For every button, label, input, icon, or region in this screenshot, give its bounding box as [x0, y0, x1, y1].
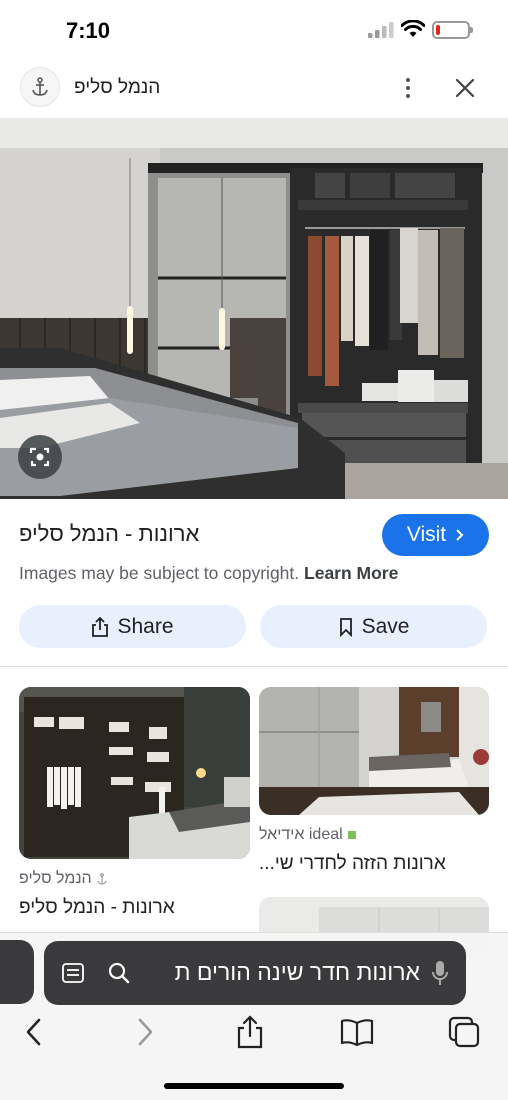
share-button[interactable]: Share: [19, 605, 246, 648]
save-button[interactable]: Save: [260, 605, 487, 648]
chevron-right-icon: [456, 529, 464, 541]
anchor-icon[interactable]: [20, 67, 60, 107]
bookmarks-icon[interactable]: [337, 1012, 377, 1052]
bookmark-icon: [339, 617, 352, 637]
related-title-1[interactable]: ארונות - הנמל סליפ: [19, 897, 175, 919]
share-label: Share: [117, 614, 174, 638]
main-image[interactable]: [0, 118, 508, 499]
copyright-notice: Images may be subject to copyright. Lear…: [19, 563, 399, 583]
status-bar: 7:10: [0, 0, 508, 62]
anchor-icon: [97, 873, 107, 885]
signal-icon: [368, 22, 394, 38]
share-icon[interactable]: [230, 1012, 270, 1052]
back-icon[interactable]: [14, 1012, 54, 1052]
ideal-logo-icon: [347, 831, 356, 839]
wifi-icon: [401, 20, 425, 37]
search-icon: [108, 962, 130, 984]
forward-icon[interactable]: [125, 1012, 165, 1052]
visit-label: Visit: [406, 523, 447, 546]
battery-icon: [432, 21, 473, 39]
related-source-1: הנמל סליפ: [19, 870, 107, 888]
tab-overview-icon[interactable]: [61, 961, 85, 985]
visit-button[interactable]: Visit: [382, 514, 489, 556]
source-header: הנמל סליפ: [0, 62, 508, 118]
mic-icon[interactable]: [430, 959, 450, 987]
related-title-2[interactable]: ארונות הזזה לחדרי שי...: [259, 853, 446, 875]
learn-more-link[interactable]: Learn More: [304, 563, 398, 583]
lens-icon[interactable]: [18, 435, 62, 479]
more-icon[interactable]: [398, 74, 418, 102]
status-time: 7:10: [66, 18, 111, 43]
share-icon: [92, 616, 109, 637]
address-bar[interactable]: ארונות חדר שינה הורים ת: [44, 941, 466, 1005]
result-title: ארונות - הנמל סליפ: [19, 521, 200, 546]
related-image-1[interactable]: [19, 687, 250, 859]
divider: [0, 666, 508, 667]
source-title[interactable]: הנמל סליפ: [74, 77, 160, 99]
save-label: Save: [361, 614, 410, 638]
address-text[interactable]: ארונות חדר שינה הורים ת: [134, 959, 420, 986]
related-image-2[interactable]: [259, 687, 489, 815]
related-source-2: ideal אידיאל: [259, 826, 356, 844]
home-indicator: [164, 1083, 344, 1089]
close-icon[interactable]: [452, 75, 478, 101]
previous-tab-peek[interactable]: [0, 940, 34, 1004]
tabs-icon[interactable]: [444, 1012, 484, 1052]
